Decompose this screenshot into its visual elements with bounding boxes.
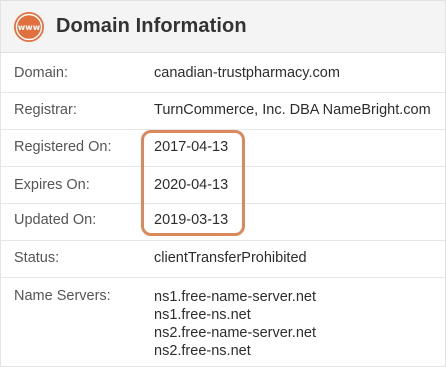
- value-registrar: TurnCommerce, Inc. DBA NameBright.com: [154, 102, 431, 118]
- value-expires-on: 2020-04-13: [154, 177, 229, 193]
- name-server-item: ns2.free-name-server.net: [154, 325, 316, 341]
- name-server-list: ns1.free-name-server.net ns1.free-ns.net…: [154, 288, 316, 360]
- row-name-servers: Name Servers: ns1.free-name-server.net n…: [1, 278, 445, 368]
- row-updated-on: Updated On: 2019-03-13: [1, 204, 445, 241]
- row-status: Status: clientTransferProhibited: [1, 241, 445, 278]
- row-registered-on: Registered On: 2017-04-13: [1, 130, 445, 167]
- domain-info-card: www Domain Information Domain: canadian-…: [0, 0, 446, 367]
- row-registrar: Registrar: TurnCommerce, Inc. DBA NameBr…: [1, 93, 445, 130]
- www-globe-icon: www: [14, 11, 44, 42]
- label-registered-on: Registered On:: [14, 139, 112, 155]
- label-expires-on: Expires On:: [14, 177, 90, 193]
- row-domain: Domain: canadian-trustpharmacy.com: [1, 54, 445, 93]
- card-header: www Domain Information: [1, 1, 445, 53]
- row-expires-on: Expires On: 2020-04-13: [1, 167, 445, 204]
- page-title: Domain Information: [56, 15, 247, 37]
- label-name-servers: Name Servers:: [14, 288, 111, 304]
- value-updated-on: 2019-03-13: [154, 212, 229, 228]
- value-domain: canadian-trustpharmacy.com: [154, 65, 340, 81]
- name-server-item: ns2.free-ns.net: [154, 343, 251, 359]
- label-registrar: Registrar:: [14, 102, 77, 118]
- label-updated-on: Updated On:: [14, 212, 97, 228]
- name-server-item: ns1.free-ns.net: [154, 307, 251, 323]
- value-registered-on: 2017-04-13: [154, 139, 229, 155]
- label-domain: Domain:: [14, 65, 68, 81]
- www-icon-text: www: [18, 23, 41, 32]
- value-status: clientTransferProhibited: [154, 250, 307, 266]
- name-server-item: ns1.free-name-server.net: [154, 289, 316, 305]
- label-status: Status:: [14, 250, 60, 266]
